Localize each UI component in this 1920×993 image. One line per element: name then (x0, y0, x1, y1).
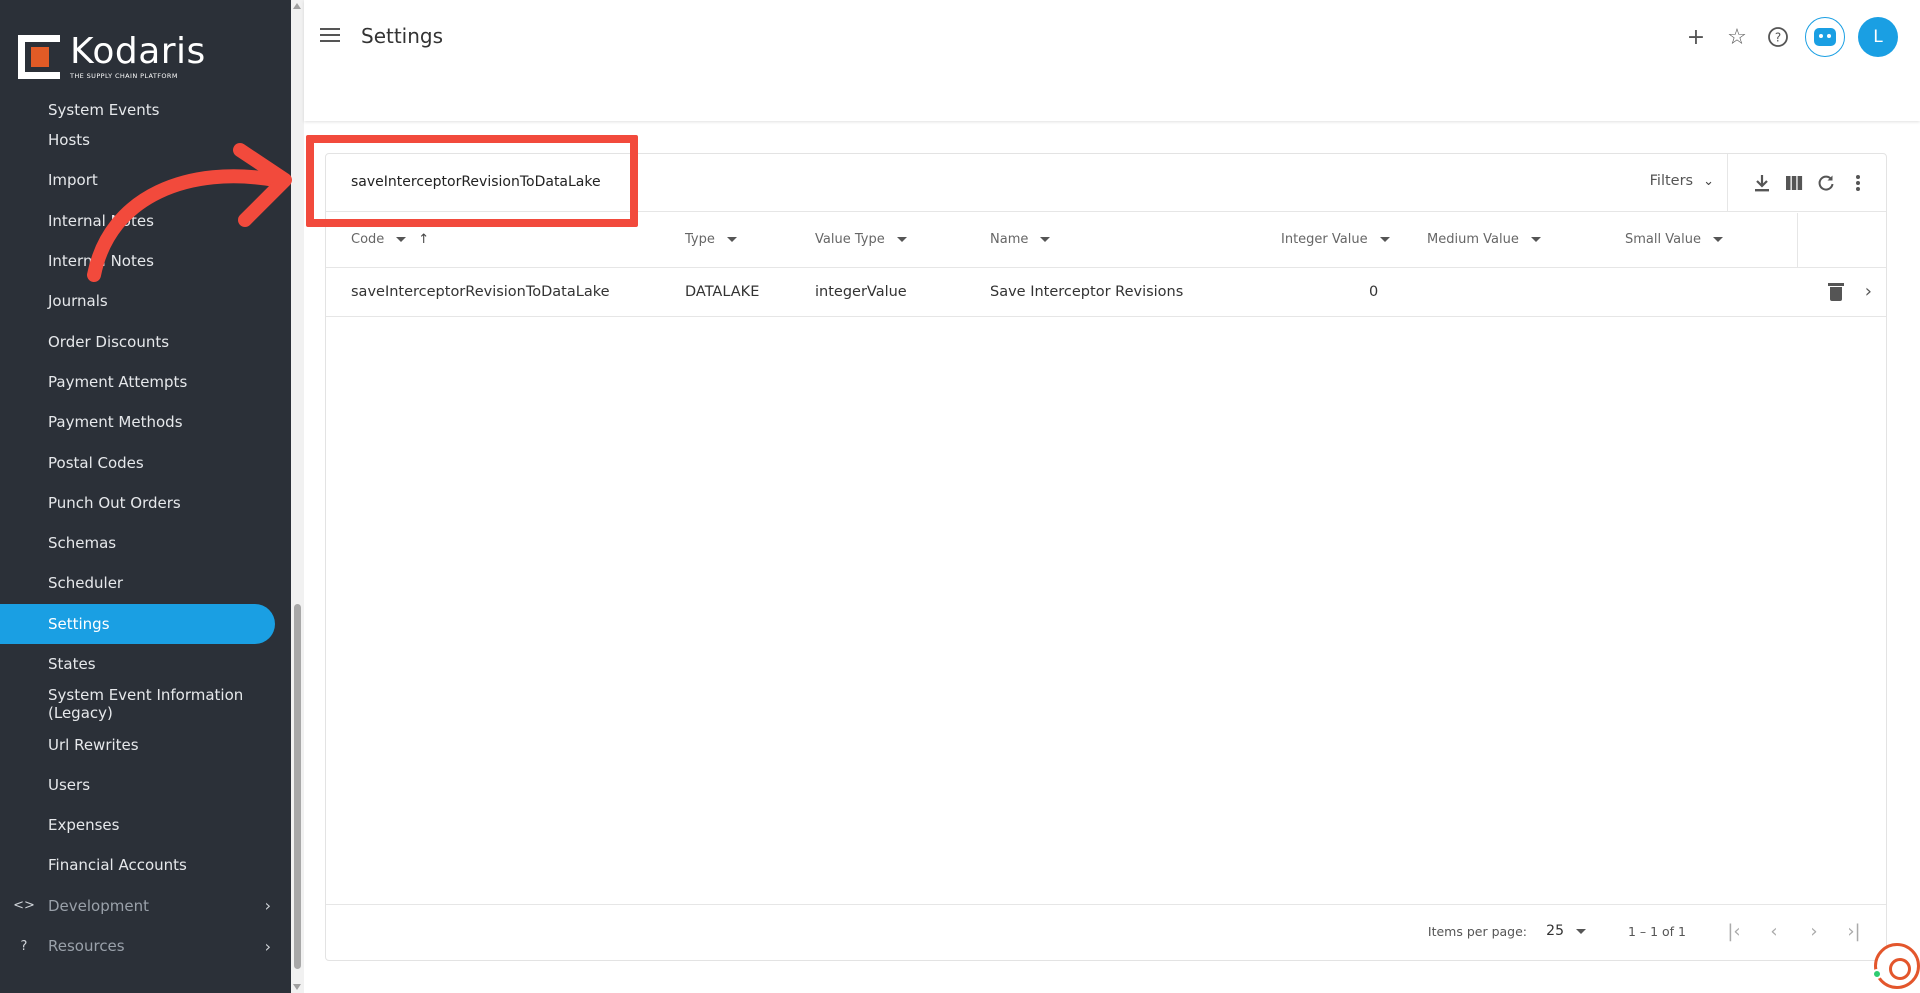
sidebar-item-payment-attempts[interactable]: Payment Attempts (0, 362, 291, 402)
pointer-arrow-icon (87, 143, 292, 282)
code-icon: <> (13, 898, 35, 914)
cell-value-type: integerValue (815, 284, 907, 300)
column-header-name[interactable]: Name (990, 232, 1051, 247)
sidebar-item-system-events[interactable]: System Events (0, 100, 291, 120)
more-vert-icon[interactable] (1842, 171, 1874, 195)
avatar[interactable]: L (1858, 17, 1898, 57)
sidebar-group-resources[interactable]: ? Resources › (0, 926, 291, 966)
last-page-icon[interactable]: ›| (1834, 921, 1874, 942)
column-header-integer-value[interactable]: Integer Value (1281, 232, 1390, 247)
chevron-right-icon: › (264, 896, 271, 916)
scroll-down-arrow-icon[interactable] (293, 984, 301, 990)
caret-down-icon (1379, 237, 1390, 242)
delete-icon[interactable] (1827, 282, 1844, 301)
cell-name: Save Interceptor Revisions (990, 284, 1184, 300)
page-range-label: 1 – 1 of 1 (1627, 924, 1686, 939)
sidebar-item-payment-methods[interactable]: Payment Methods (0, 402, 291, 442)
first-page-icon[interactable]: |‹ (1714, 921, 1754, 942)
chevron-right-icon: › (264, 936, 271, 956)
page-title: Settings (361, 24, 444, 48)
help-icon[interactable]: ? (1764, 23, 1792, 51)
next-page-icon[interactable]: › (1794, 921, 1834, 942)
sidebar-item-postal-codes[interactable]: Postal Codes (0, 442, 291, 482)
sidebar-item-punch-out-orders[interactable]: Punch Out Orders (0, 483, 291, 523)
kodaris-logo-mark (18, 35, 60, 79)
caret-down-icon (1530, 237, 1541, 242)
sidebar-item-order-discounts[interactable]: Order Discounts (0, 321, 291, 361)
column-header-value-type[interactable]: Value Type (815, 232, 907, 247)
sidebar-item-system-event-information[interactable]: System Event Information (Legacy) (0, 684, 291, 724)
caret-down-icon (1712, 237, 1723, 242)
robot-assistant-button[interactable] (1805, 17, 1845, 57)
cell-integer-value: 0 (1369, 284, 1379, 300)
column-label: Type (685, 232, 715, 247)
sidebar-item-settings[interactable]: Settings (0, 603, 275, 644)
sidebar-group-label: Resources (48, 937, 125, 956)
chevron-right-icon[interactable]: › (1865, 281, 1872, 302)
chevron-down-icon: ⌄ (1703, 173, 1714, 189)
caret-down-icon (1040, 237, 1051, 242)
items-per-page-label: Items per page: (1427, 924, 1527, 939)
download-icon[interactable] (1746, 171, 1778, 195)
star-icon[interactable]: ☆ (1723, 23, 1751, 51)
plus-icon[interactable]: + (1682, 23, 1710, 51)
cell-code: saveInterceptorRevisionToDataLake (351, 284, 610, 300)
sort-ascending-icon[interactable]: ↑ (418, 232, 429, 247)
scroll-thumb[interactable] (294, 604, 301, 969)
sidebar-item-states[interactable]: States (0, 644, 291, 684)
refresh-icon[interactable] (1810, 171, 1842, 195)
table-paginator: Items per page: 25 1 – 1 of 1 |‹ ‹ › ›| (326, 904, 1886, 960)
column-label: Small Value (1625, 232, 1701, 247)
logo-tagline: THE SUPPLY CHAIN PLATFORM (70, 72, 178, 80)
cell-type: DATALAKE (685, 284, 760, 300)
column-header-code[interactable]: Code ↑ (351, 232, 429, 247)
settings-table-card: saveInterceptorRevisionToDataLake Filter… (325, 153, 1887, 961)
scroll-up-arrow-icon[interactable] (293, 3, 301, 9)
caret-down-icon (726, 237, 737, 242)
items-per-page-value: 25 (1546, 923, 1564, 939)
svg-text:?: ? (1775, 31, 1781, 45)
robot-icon (1814, 28, 1836, 46)
chat-support-icon[interactable] (1874, 943, 1920, 989)
column-header-type[interactable]: Type (685, 232, 737, 247)
caret-down-icon (1576, 928, 1586, 934)
column-label: Name (990, 232, 1029, 247)
search-highlight-box (306, 135, 638, 227)
menu-icon[interactable] (320, 28, 340, 42)
caret-down-icon (396, 237, 407, 242)
sidebar-item-financial-accounts[interactable]: Financial Accounts (0, 845, 291, 885)
sidebar-group-label: Development (48, 896, 149, 915)
filters-label: Filters (1649, 173, 1694, 189)
filters-dropdown[interactable]: Filters ⌄ (1650, 173, 1714, 189)
column-label: Value Type (815, 232, 885, 247)
column-label: Medium Value (1427, 232, 1519, 247)
column-header-medium-value[interactable]: Medium Value (1427, 232, 1541, 247)
kodaris-logo[interactable]: Kodaris THE SUPPLY CHAIN PLATFORM (18, 34, 206, 80)
help-circle-icon: ? (20, 938, 28, 954)
sidebar-item-schemas[interactable]: Schemas (0, 523, 291, 563)
items-per-page-select[interactable]: 25 (1546, 923, 1586, 939)
sidebar-item-journals[interactable]: Journals (0, 281, 291, 321)
sidebar-item-users[interactable]: Users (0, 765, 291, 805)
sidebar-group-development[interactable]: <> Development › (0, 886, 291, 926)
online-status-dot (1872, 969, 1882, 979)
sidebar-item-scheduler[interactable]: Scheduler (0, 563, 291, 603)
column-label: Integer Value (1281, 232, 1368, 247)
previous-page-icon[interactable]: ‹ (1754, 921, 1794, 942)
columns-icon[interactable] (1778, 171, 1810, 195)
caret-down-icon (896, 237, 907, 242)
sidebar-item-url-rewrites[interactable]: Url Rewrites (0, 724, 291, 764)
top-header: Settings + ☆ ? L (304, 0, 1920, 121)
column-header-small-value[interactable]: Small Value (1625, 232, 1723, 247)
sidebar-item-expenses[interactable]: Expenses (0, 805, 291, 845)
table-row[interactable]: saveInterceptorRevisionToDataLake DATALA… (326, 269, 1886, 317)
logo-name: Kodaris (70, 31, 206, 72)
column-label: Code (351, 232, 385, 247)
